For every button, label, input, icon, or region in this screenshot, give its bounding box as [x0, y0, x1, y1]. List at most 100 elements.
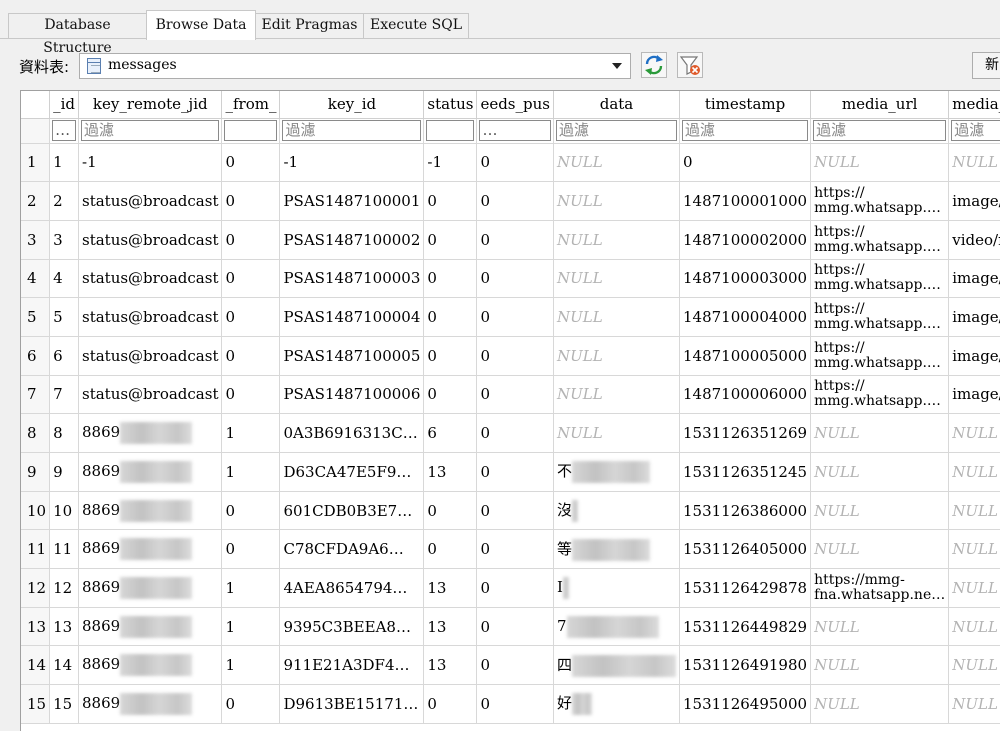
row-number[interactable]: 9	[21, 452, 51, 492]
cell-id[interactable]: 15	[49, 684, 79, 724]
cell-id[interactable]: 2	[49, 181, 79, 221]
cell-key[interactable]: -1	[279, 143, 425, 183]
cell-data[interactable]: NULL	[553, 375, 680, 415]
cell-push[interactable]: 0	[476, 181, 554, 221]
cell-from[interactable]: 1	[221, 413, 281, 453]
cell-mime[interactable]: image/jpeg	[948, 259, 1000, 299]
cell-url[interactable]: NULL	[810, 684, 950, 724]
cell-jid[interactable]: 8869	[78, 529, 223, 570]
cell-id[interactable]: 3	[49, 220, 79, 260]
cell-data[interactable]: NULL	[553, 181, 680, 221]
cell-url[interactable]: https:// mmg.whatsapp.…	[810, 375, 950, 415]
cell-push[interactable]: 0	[476, 375, 554, 415]
refresh-button[interactable]	[641, 52, 667, 78]
filter-input[interactable]: 過濾	[813, 120, 947, 141]
cell-jid[interactable]: 8869	[78, 491, 223, 531]
column-header[interactable]: eeds_pus	[476, 91, 554, 119]
table-row[interactable]: 5 5 status@broadcast 0 PSAS1487100004 0 0 NULL 1…	[21, 297, 1000, 337]
tab-database-structure[interactable]: Database Structure	[8, 13, 147, 56]
cell-push[interactable]: 0	[476, 607, 554, 647]
chevron-down-icon[interactable]	[612, 63, 622, 69]
row-number[interactable]: 1	[21, 143, 51, 183]
cell-push[interactable]: 0	[476, 259, 554, 299]
cell-data[interactable]: NULL	[553, 336, 680, 376]
cell-jid[interactable]: status@broadcast	[78, 220, 223, 260]
cell-jid[interactable]: -1	[78, 143, 223, 183]
cell-id[interactable]: 4	[49, 259, 79, 299]
filter-input[interactable]: …	[479, 120, 551, 141]
cell-id[interactable]: 10	[49, 491, 79, 531]
cell-data[interactable]: NULL	[553, 143, 680, 183]
cell-url[interactable]: https:// mmg.whatsapp.…	[810, 297, 950, 337]
table-row[interactable]: 6 6 status@broadcast 0 PSAS1487100005 0 0 NULL 1…	[21, 336, 1000, 376]
cell-push[interactable]: 0	[476, 568, 554, 608]
cell-url[interactable]: NULL	[810, 452, 950, 492]
cell-ts[interactable]: 1531126495000	[679, 684, 812, 724]
cell-id[interactable]: 8	[49, 413, 79, 453]
cell-mime[interactable]: NULL	[948, 529, 1000, 570]
cell-jid[interactable]: 8869	[78, 684, 223, 724]
cell-push[interactable]: 0	[476, 220, 554, 260]
cell-status[interactable]: 0	[423, 220, 478, 260]
cell-jid[interactable]: 8869	[78, 645, 223, 686]
cell-id[interactable]: 9	[49, 452, 79, 492]
cell-push[interactable]: 0	[476, 297, 554, 337]
table-row[interactable]: 4 4 status@broadcast 0 PSAS1487100003 0 0 NULL 1…	[21, 259, 1000, 299]
cell-push[interactable]: 0	[476, 413, 554, 453]
row-number[interactable]: 8	[21, 413, 51, 453]
cell-key[interactable]: D9613BE15171…	[279, 684, 425, 724]
cell-status[interactable]: -1	[423, 143, 478, 183]
cell-data[interactable]: 沒	[553, 491, 680, 531]
cell-push[interactable]: 0	[476, 684, 554, 724]
cell-mime[interactable]: image/jpeg	[948, 336, 1000, 376]
cell-mime[interactable]: NULL	[948, 568, 1000, 608]
cell-status[interactable]: 0	[423, 297, 478, 337]
table-row[interactable]: 7 7 status@broadcast 0 PSAS1487100006 0 0 NULL 1…	[21, 375, 1000, 415]
cell-id[interactable]: 1	[49, 143, 79, 183]
filter-input[interactable]: 過濾	[81, 120, 220, 141]
cell-url[interactable]: NULL	[810, 143, 950, 183]
cell-key[interactable]: C78CFDA9A6…	[279, 529, 425, 570]
cell-data[interactable]: 7	[553, 607, 680, 647]
cell-ts[interactable]: 1487100004000	[679, 297, 812, 337]
cell-status[interactable]: 0	[423, 259, 478, 299]
table-select[interactable]: messages	[79, 53, 631, 79]
cell-jid[interactable]: 8869	[78, 452, 223, 492]
cell-mime[interactable]: image/jpeg	[948, 375, 1000, 415]
row-number[interactable]: 14	[21, 645, 51, 686]
row-number[interactable]: 2	[21, 181, 51, 221]
filter-input[interactable]	[224, 120, 278, 141]
row-number[interactable]: 11	[21, 529, 51, 570]
cell-url[interactable]: https:// mmg.whatsapp.…	[810, 336, 950, 376]
table-row[interactable]: 13 13 8869 1 9395C3BEEA8… 13 0 7 1531126449829 NU…	[21, 607, 1000, 647]
cell-key[interactable]: 9395C3BEEA8…	[279, 607, 425, 647]
filter-input[interactable]: …	[52, 120, 76, 141]
cell-jid[interactable]: status@broadcast	[78, 375, 223, 415]
cell-from[interactable]: 0	[221, 181, 281, 221]
cell-ts[interactable]: 1531126351269	[679, 413, 812, 453]
cell-data[interactable]: NULL	[553, 297, 680, 337]
cell-push[interactable]: 0	[476, 645, 554, 686]
table-row[interactable]: 10 10 8869 0 601CDB0B3E7… 0 0 沒 1531126386000 NUL…	[21, 491, 1000, 531]
cell-url[interactable]: NULL	[810, 491, 950, 531]
cell-ts[interactable]: 1531126351245	[679, 452, 812, 492]
cell-from[interactable]: 0	[221, 297, 281, 337]
row-number[interactable]: 13	[21, 607, 51, 647]
cell-ts[interactable]: 1487100002000	[679, 220, 812, 260]
column-header[interactable]: media_mim	[948, 91, 1000, 119]
cell-status[interactable]: 13	[423, 452, 478, 492]
row-number[interactable]: 3	[21, 220, 51, 260]
cell-from[interactable]: 0	[221, 529, 281, 570]
cell-status[interactable]: 0	[423, 529, 478, 570]
column-header[interactable]: data	[553, 91, 680, 119]
cell-url[interactable]: https:// mmg.whatsapp.…	[810, 259, 950, 299]
table-row[interactable]: 15 15 8869 0 D9613BE15171… 0 0 好 1531126495000 NU…	[21, 684, 1000, 724]
cell-push[interactable]: 0	[476, 143, 554, 183]
cell-jid[interactable]: 8869	[78, 413, 223, 453]
cell-from[interactable]: 0	[221, 684, 281, 724]
cell-key[interactable]: PSAS1487100002	[279, 220, 425, 260]
cell-from[interactable]: 0	[221, 220, 281, 260]
table-row[interactable]: 9 9 8869 1 D63CA47E5F9… 13 0 不 1531126351245 NULL…	[21, 452, 1000, 492]
cell-url[interactable]: NULL	[810, 645, 950, 686]
cell-key[interactable]: 4AEA8654794…	[279, 568, 425, 608]
